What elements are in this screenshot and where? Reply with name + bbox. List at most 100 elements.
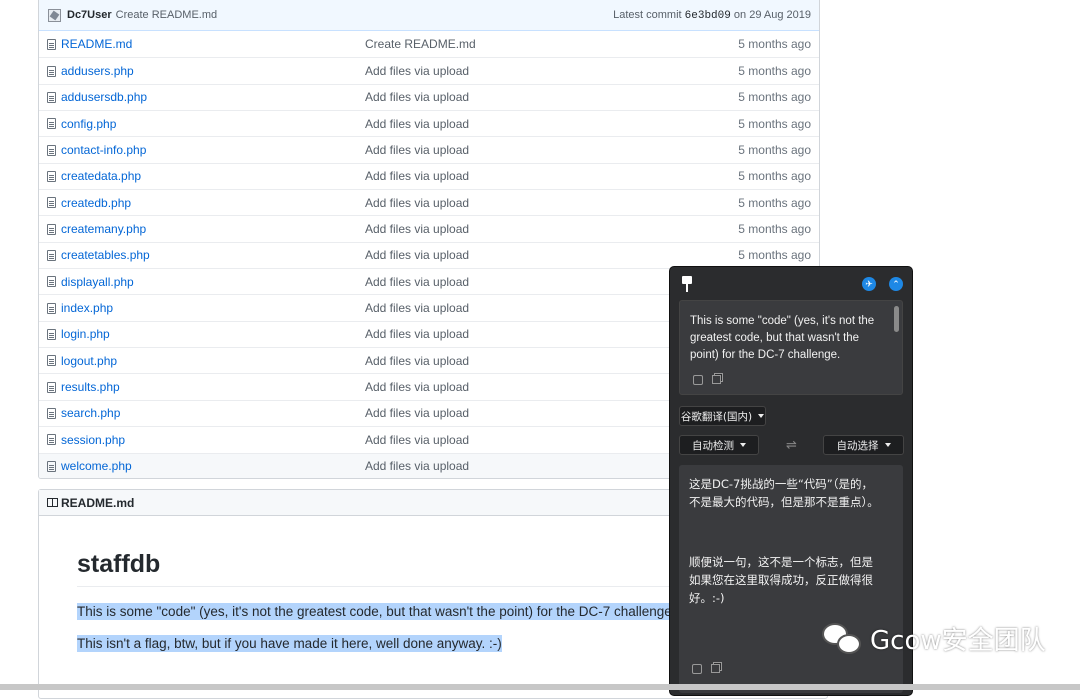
wechat-icon — [822, 621, 864, 657]
target-language-label: 自动选择 — [836, 439, 879, 452]
scrollbar[interactable] — [894, 306, 899, 332]
file-name-link[interactable]: config.php — [61, 117, 365, 131]
file-row[interactable]: createmany.php Add files via upload 5 mont… — [39, 215, 819, 241]
file-icon — [47, 276, 56, 288]
file-age: 5 months ago — [738, 169, 811, 184]
file-icon — [47, 302, 56, 314]
file-icon — [47, 407, 56, 419]
engine-select[interactable]: 谷歌翻译(国内) — [679, 406, 766, 426]
file-row[interactable]: createtables.php Add files via upload 5 mo… — [39, 241, 819, 268]
file-icon — [47, 328, 56, 340]
source-text: This is some "code" (yes, it's not the g… — [690, 315, 875, 361]
copy-icon[interactable] — [711, 664, 720, 673]
file-name-link[interactable]: displayall.php — [61, 275, 365, 289]
file-row[interactable]: addusers.php Add files via upload 5 months… — [39, 57, 819, 83]
file-age: 5 months ago — [738, 222, 811, 237]
file-icon — [47, 355, 56, 367]
chevron-down-icon — [758, 414, 765, 418]
file-icon — [47, 118, 56, 130]
file-icon — [47, 381, 56, 393]
file-name-link[interactable]: welcome.php — [61, 459, 365, 473]
result-paragraph-2: 顺便说一句，这不是一个标志，但是如果您在这里取得成功，反正做得很好。:-) — [689, 555, 873, 605]
file-name-link[interactable]: createtables.php — [61, 248, 365, 262]
file-commit-message[interactable]: Add files via upload — [365, 406, 665, 420]
file-commit-message[interactable]: Create README.md — [365, 37, 665, 51]
file-commit-message[interactable]: Add files via upload — [365, 354, 665, 368]
readme-title: staffdb — [77, 550, 161, 578]
file-commit-message[interactable]: Add files via upload — [365, 117, 665, 131]
file-icon — [47, 38, 56, 50]
commit-sha[interactable]: 6e3bd09 — [685, 10, 731, 22]
file-icon — [47, 65, 56, 77]
file-age: 5 months ago — [738, 37, 811, 52]
file-name-link[interactable]: results.php — [61, 380, 365, 394]
file-commit-message[interactable]: Add files via upload — [365, 301, 665, 315]
file-row[interactable]: contact-info.php Add files via upload 5 mo… — [39, 136, 819, 162]
commit-message[interactable]: Create README.md — [116, 9, 217, 21]
file-name-link[interactable]: addusers.php — [61, 64, 365, 78]
target-language-select[interactable]: 自动选择 — [823, 435, 904, 455]
file-row[interactable]: addusersdb.php Add files via upload 5 mont… — [39, 83, 819, 110]
file-name-link[interactable]: createdata.php — [61, 169, 365, 183]
engine-label: 谷歌翻译(国内) — [680, 410, 753, 423]
file-icon — [47, 91, 56, 103]
commit-author[interactable]: Dc7User — [67, 9, 112, 21]
file-icon — [47, 434, 56, 446]
speaker-icon[interactable] — [693, 375, 703, 385]
file-commit-message[interactable]: Add files via upload — [365, 433, 665, 447]
source-language-select[interactable]: 自动检测 — [679, 435, 759, 455]
file-icon — [47, 197, 56, 209]
file-age: 5 months ago — [738, 195, 811, 210]
file-row[interactable]: config.php Add files via upload 5 months a… — [39, 110, 819, 136]
file-icon — [47, 249, 56, 261]
file-age: 5 months ago — [738, 64, 811, 79]
file-commit-message[interactable]: Add files via upload — [365, 380, 665, 394]
file-commit-message[interactable]: Add files via upload — [365, 459, 665, 473]
file-commit-message[interactable]: Add files via upload — [365, 248, 665, 262]
file-icon — [47, 170, 56, 182]
file-row[interactable]: README.md Create README.md 5 months ago — [39, 31, 819, 57]
file-name-link[interactable]: createmany.php — [61, 222, 365, 236]
file-name-link[interactable]: session.php — [61, 433, 365, 447]
file-commit-message[interactable]: Add files via upload — [365, 90, 665, 104]
file-commit-message[interactable]: Add files via upload — [365, 275, 665, 289]
file-commit-message[interactable]: Add files via upload — [365, 143, 665, 157]
latest-commit-info: Latest commit 6e3bd09 on 29 Aug 2019 — [613, 9, 811, 22]
compass-icon[interactable]: ✈ — [862, 277, 876, 291]
copy-icon[interactable] — [712, 375, 721, 384]
file-age: 5 months ago — [738, 116, 811, 131]
speaker-icon[interactable] — [692, 664, 702, 674]
latest-commit-label: Latest commit — [613, 8, 682, 21]
file-name-link[interactable]: logout.php — [61, 354, 365, 368]
swap-languages-icon[interactable]: ⇌ — [786, 437, 797, 453]
file-commit-message[interactable]: Add files via upload — [365, 169, 665, 183]
result-text-box: 这是DC-7挑战的一些“代码”（是的，不是最大的代码，但是那不是重点）。 顺便说… — [679, 465, 903, 693]
file-name-link[interactable]: login.php — [61, 327, 365, 341]
file-name-link[interactable]: search.php — [61, 406, 365, 420]
avatar[interactable] — [47, 8, 61, 22]
file-name-link[interactable]: addusersdb.php — [61, 90, 365, 104]
file-name-link[interactable]: createdb.php — [61, 196, 365, 210]
file-name-link[interactable]: README.md — [61, 37, 365, 51]
latest-commit-bar: Dc7User Create README.md Latest commit 6… — [39, 0, 819, 31]
file-icon — [47, 460, 56, 472]
collapse-icon[interactable]: ⌃ — [889, 277, 903, 291]
result-paragraph-1: 这是DC-7挑战的一些“代码”（是的，不是最大的代码，但是那不是重点）。 — [689, 477, 879, 509]
file-commit-message[interactable]: Add files via upload — [365, 222, 665, 236]
watermark-text: Gcow安全团队 — [870, 626, 1046, 656]
source-text-box[interactable]: This is some "code" (yes, it's not the g… — [679, 300, 903, 395]
file-name-link[interactable]: contact-info.php — [61, 143, 365, 157]
file-row[interactable]: createdb.php Add files via upload 5 months… — [39, 189, 819, 215]
readme-filename[interactable]: README.md — [61, 496, 134, 510]
file-icon — [47, 223, 56, 235]
file-commit-message[interactable]: Add files via upload — [365, 196, 665, 210]
horizontal-scrollbar[interactable] — [0, 684, 1080, 690]
file-age: 5 months ago — [738, 248, 811, 263]
file-commit-message[interactable]: Add files via upload — [365, 64, 665, 78]
file-row[interactable]: createdata.php Add files via upload 5 mont… — [39, 162, 819, 189]
pin-icon[interactable] — [680, 276, 694, 292]
file-name-link[interactable]: index.php — [61, 301, 365, 315]
file-commit-message[interactable]: Add files via upload — [365, 327, 665, 341]
watermark: Gcow安全团队 — [822, 620, 1046, 657]
file-age: 5 months ago — [738, 90, 811, 105]
